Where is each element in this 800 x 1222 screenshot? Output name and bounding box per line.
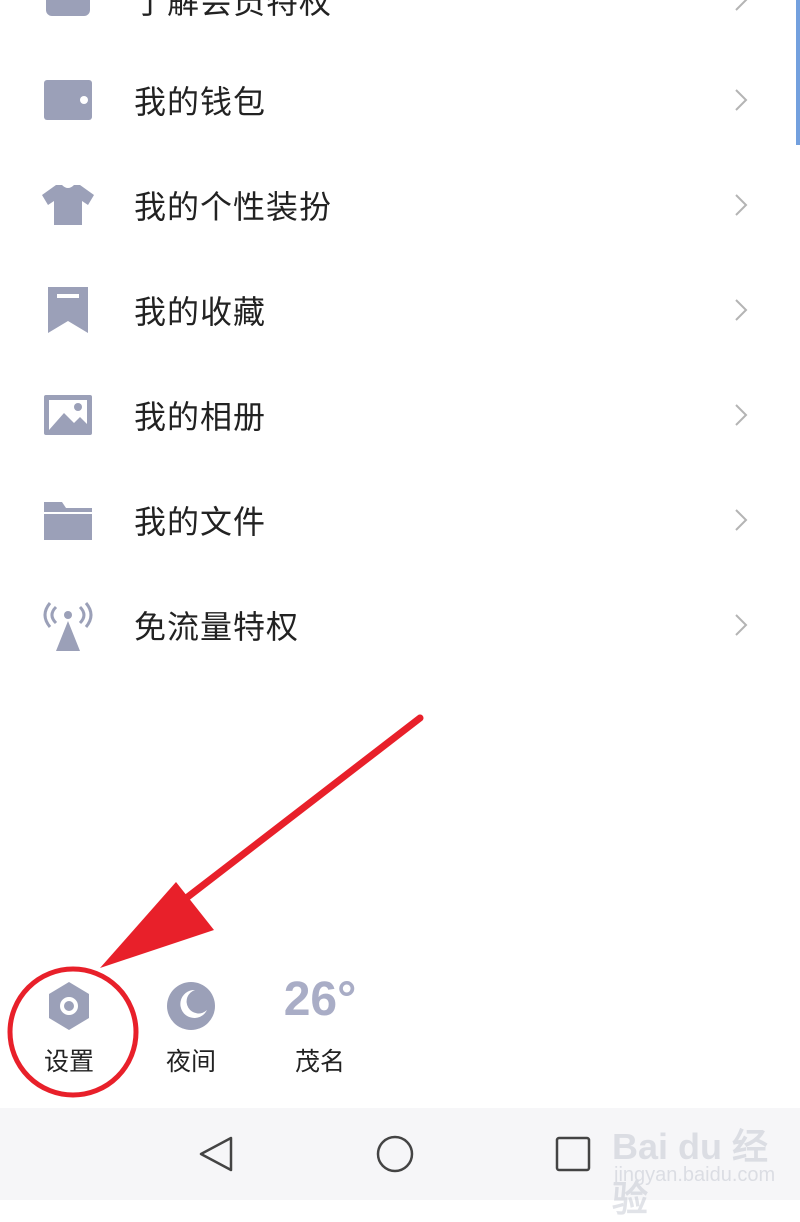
menu-item-label: 我的钱包 xyxy=(134,83,267,121)
weather-temperature: 26° xyxy=(283,973,357,1026)
chevron-right-icon xyxy=(735,509,748,531)
bottom-actions: 设置 夜间 26° 茂名 xyxy=(0,970,800,1090)
image-icon xyxy=(40,387,96,443)
home-circle-icon xyxy=(376,1135,414,1173)
back-triangle-icon xyxy=(199,1136,233,1172)
tshirt-icon xyxy=(40,177,96,233)
night-mode-button[interactable]: 夜间 xyxy=(136,970,246,1090)
chevron-right-icon xyxy=(735,404,748,426)
crown-icon xyxy=(40,0,96,28)
menu-item-album[interactable]: 我的相册 xyxy=(0,375,800,455)
chevron-right-icon xyxy=(735,299,748,321)
settings-button[interactable]: 设置 xyxy=(14,970,124,1090)
bookmark-icon xyxy=(40,282,96,338)
menu-item-label: 我的文件 xyxy=(134,503,267,541)
menu-item-label: 免流量特权 xyxy=(134,608,300,646)
chevron-right-icon xyxy=(735,0,748,11)
menu-item-personalization[interactable]: 我的个性装扮 xyxy=(0,165,800,245)
menu-item-favorites[interactable]: 我的收藏 xyxy=(0,270,800,350)
chevron-right-icon xyxy=(735,614,748,636)
baidu-jingyan-watermark: Bai du 经验 jingyan.baidu.com xyxy=(612,1112,800,1219)
signal-tower-icon xyxy=(40,597,96,653)
wallet-icon xyxy=(40,72,96,128)
menu-item-files[interactable]: 我的文件 xyxy=(0,480,800,560)
arrow-head xyxy=(100,882,214,968)
chevron-right-icon xyxy=(735,194,748,216)
menu-item-free-data[interactable]: 免流量特权 xyxy=(0,585,800,665)
weather-widget[interactable]: 26° 茂名 xyxy=(265,970,375,1090)
moon-icon xyxy=(161,976,221,1036)
nav-back-button[interactable] xyxy=(192,1130,240,1178)
weather-city: 茂名 xyxy=(294,1047,345,1076)
settings-label: 设置 xyxy=(43,1047,94,1076)
nav-home-button[interactable] xyxy=(371,1130,419,1178)
chevron-right-icon xyxy=(735,89,748,111)
arrow-shaft xyxy=(146,714,424,930)
watermark-url: jingyan.baidu.com xyxy=(614,1164,776,1186)
recents-square-icon xyxy=(555,1136,591,1172)
night-mode-label: 夜间 xyxy=(165,1047,216,1076)
menu-item-wallet[interactable]: 我的钱包 xyxy=(0,60,800,140)
menu-item-label: 我的个性装扮 xyxy=(134,188,333,226)
gear-icon xyxy=(39,976,99,1036)
folder-icon xyxy=(40,492,96,548)
nav-recents-button[interactable] xyxy=(549,1130,597,1178)
menu-item-label: 我的收藏 xyxy=(134,293,267,331)
menu-item-label: 了解会员特权 xyxy=(134,0,333,21)
menu-item-label: 我的相册 xyxy=(134,398,267,436)
menu-item-vip-privileges[interactable]: 了解会员特权 xyxy=(0,0,800,40)
